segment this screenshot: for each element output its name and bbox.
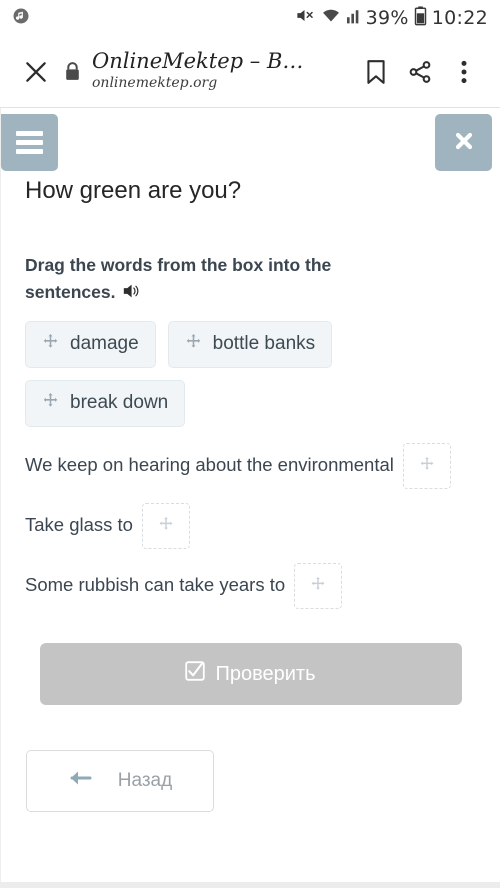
move-arrows-icon — [310, 572, 326, 601]
word-chip[interactable]: bottle banks — [167, 321, 333, 369]
move-arrows-icon — [158, 512, 174, 541]
wifi-icon — [320, 6, 342, 30]
clock-label: 10:22 — [431, 7, 488, 29]
checkbox-checked-icon — [185, 661, 206, 687]
browser-toolbar: OnlineMektep – В… onlinemektep.org — [0, 36, 500, 108]
answer-dropzone[interactable] — [403, 443, 452, 490]
volume-muted-icon — [294, 6, 315, 30]
music-note-icon — [12, 7, 30, 30]
move-arrows-icon — [42, 333, 59, 356]
battery-percent-label: 39% — [365, 7, 409, 29]
page-url: onlinemektep.org — [92, 75, 218, 91]
sentence-row: Some rubbish can take years to — [25, 563, 476, 610]
battery-icon — [414, 5, 427, 31]
page-topbar — [1, 108, 500, 174]
task-instruction: Drag the words from the box into the sen… — [25, 252, 425, 308]
arrow-left-icon — [68, 768, 92, 794]
bookmark-icon[interactable] — [354, 50, 398, 94]
sentence-list: We keep on hearing about the environment… — [25, 443, 476, 610]
speaker-icon[interactable] — [122, 281, 142, 308]
status-bar-right: 39% 10:22 — [294, 5, 488, 31]
check-answers-label: Проверить — [215, 662, 316, 685]
word-bank: damage bottle banks break down — [25, 321, 445, 428]
word-chip[interactable]: break down — [25, 380, 186, 428]
lesson-title: How green are you? — [25, 177, 242, 204]
hamburger-menu-button[interactable] — [1, 114, 58, 171]
word-chip[interactable]: damage — [25, 321, 156, 369]
hamburger-menu-icon — [16, 127, 43, 158]
move-arrows-icon — [419, 452, 435, 481]
lock-icon — [58, 61, 86, 82]
status-bar: 39% 10:22 — [0, 0, 500, 36]
lesson-page: How green are you? Drag the words from t… — [0, 108, 500, 888]
close-icon — [452, 129, 476, 156]
back-button-label: Назад — [117, 770, 173, 792]
sentence-row: We keep on hearing about the environment… — [25, 443, 476, 490]
sentence-text: Some rubbish can take years to — [25, 573, 286, 595]
sentence-text: Take glass to — [25, 513, 133, 535]
address-bar[interactable]: OnlineMektep – В… onlinemektep.org — [92, 50, 354, 92]
bottom-divider — [1, 882, 500, 888]
sentence-text: We keep on hearing about the environment… — [25, 453, 394, 475]
word-chip-label: bottle banks — [212, 333, 316, 355]
answer-dropzone[interactable] — [294, 563, 343, 610]
answer-dropzone[interactable] — [142, 503, 191, 550]
status-bar-left — [12, 7, 30, 30]
close-lesson-button[interactable] — [435, 114, 492, 171]
lesson-content: How green are you? Drag the words from t… — [1, 176, 500, 706]
page-title: OnlineMektep – В… — [92, 50, 304, 74]
overflow-menu-icon[interactable] — [442, 50, 486, 94]
check-answers-button[interactable]: Проверить — [39, 643, 462, 706]
task-instruction-text: Drag the words from the box into the sen… — [25, 255, 332, 303]
word-chip-label: break down — [70, 392, 169, 414]
share-icon[interactable] — [398, 50, 442, 94]
close-tab-button[interactable] — [14, 50, 58, 94]
word-chip-label: damage — [70, 333, 139, 355]
move-arrows-icon — [185, 333, 202, 356]
move-arrows-icon — [42, 392, 59, 415]
sentence-row: Take glass to — [25, 503, 476, 550]
cell-signal-icon — [346, 6, 361, 30]
back-button[interactable]: Назад — [26, 750, 214, 813]
